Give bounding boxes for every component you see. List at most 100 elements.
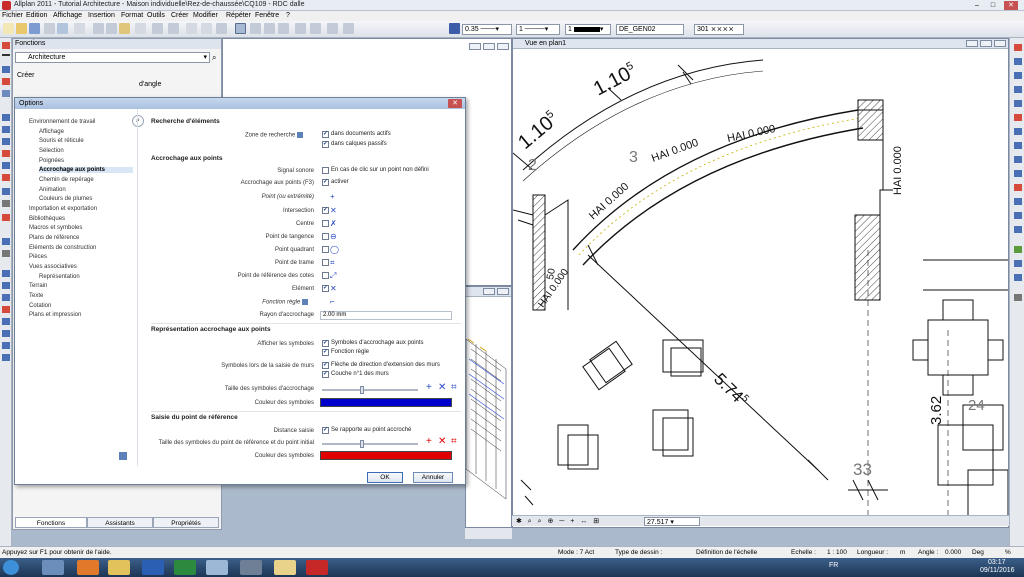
taskbar-pdf-icon[interactable] [306, 560, 328, 575]
viewport-3d[interactable] [465, 286, 512, 528]
status-deg[interactable]: Deg [972, 549, 984, 556]
sketch-tool-icon[interactable] [2, 306, 10, 313]
pen-thickness-select[interactable]: 0.35 ───▾ [462, 24, 512, 35]
roof-tool-icon[interactable] [2, 214, 10, 221]
redo-arrow-icon[interactable] [168, 23, 179, 34]
language-indicator[interactable]: FR [829, 562, 838, 569]
line-tool-icon[interactable] [2, 42, 10, 49]
element-checkbox[interactable] [322, 285, 329, 292]
zone-passifs-checkbox[interactable] [322, 141, 329, 148]
stretch-icon[interactable] [1014, 128, 1022, 135]
tree-item-pieces[interactable]: Pièces [29, 254, 47, 260]
pencil-icon[interactable] [1014, 44, 1022, 51]
join-icon[interactable] [1014, 226, 1022, 233]
rotate-icon[interactable] [1014, 86, 1022, 93]
tree-item-couleurs[interactable]: Couleurs de plumes [39, 196, 92, 202]
couleur-snap-swatch[interactable] [320, 398, 452, 407]
window-tool-icon[interactable] [2, 162, 10, 169]
offset-icon[interactable] [1014, 170, 1022, 177]
move-icon[interactable] [1014, 58, 1022, 65]
column-tool-icon[interactable] [2, 126, 10, 133]
split-window-icon[interactable] [250, 23, 261, 34]
taskbar-tool-icon[interactable] [206, 560, 228, 575]
menu-affichage[interactable]: Affichage [53, 12, 82, 19]
tree-item-animation[interactable]: Animation [39, 187, 66, 193]
select-icon[interactable] [135, 23, 146, 34]
grid-tool-icon[interactable] [2, 318, 10, 325]
taskbar-excel-icon[interactable] [174, 560, 196, 575]
split-icon[interactable] [1014, 212, 1022, 219]
tab-assistants[interactable]: Assistants [87, 517, 153, 528]
menu-fichier[interactable]: Fichier [2, 12, 23, 19]
hatch-select[interactable]: 301 ⨯⨯⨯⨯ [694, 24, 744, 35]
new-file-icon[interactable] [3, 23, 14, 34]
saisie-couche-checkbox[interactable] [322, 371, 329, 378]
plan-icon[interactable] [278, 23, 289, 34]
viewport-icon[interactable] [264, 23, 275, 34]
tree-item-poignees[interactable]: Poignées [39, 158, 64, 164]
print-preview-icon[interactable] [57, 23, 68, 34]
warning-icon[interactable] [1014, 246, 1022, 253]
menu-creer[interactable]: Créer [171, 12, 189, 19]
menu-fenetre[interactable]: Fenêtre [255, 12, 279, 19]
tree-item-macros[interactable]: Macros et symboles [29, 225, 82, 231]
taskbar-explorer-icon[interactable] [42, 560, 64, 575]
tree-item-texte[interactable]: Texte [29, 293, 43, 299]
tree-item-bibliotheques[interactable]: Bibliothèques [29, 216, 65, 222]
properties-icon[interactable] [1014, 260, 1022, 267]
menu-edition[interactable]: Edition [26, 12, 47, 19]
tree-item-representation[interactable]: Représentation [39, 274, 80, 280]
trame-checkbox[interactable] [322, 259, 329, 266]
paste-icon[interactable] [119, 23, 130, 34]
measure-tool-icon[interactable] [2, 282, 10, 289]
info-icon[interactable] [119, 452, 127, 460]
tree-item-plans-ref[interactable]: Plans de référence [29, 235, 79, 241]
window-layout-icon[interactable] [235, 23, 246, 34]
signal-checkbox[interactable] [322, 167, 329, 174]
zoom-icon[interactable] [216, 23, 227, 34]
chamfer-icon[interactable] [1014, 198, 1022, 205]
menu-insertion[interactable]: Insertion [88, 12, 115, 19]
viewport-plan[interactable]: Vue en plan1 1.105 1.105 2 3 HAI 0.000 H… [512, 38, 1009, 528]
clock-time[interactable]: 03:17 [988, 559, 1006, 566]
slab-tool-icon[interactable] [2, 174, 10, 181]
taskbar-firefox-icon[interactable] [77, 560, 99, 575]
undo-icon[interactable] [74, 23, 85, 34]
tangence-checkbox[interactable] [322, 233, 329, 240]
mirror-icon[interactable] [1014, 100, 1022, 107]
undo-arrow-icon[interactable] [152, 23, 163, 34]
stair-tool-icon[interactable] [2, 188, 10, 195]
symbol-tool-icon[interactable] [2, 342, 10, 349]
maximize-window-button[interactable]: □ [986, 1, 1000, 10]
line-type-select[interactable]: 1 ────▾ [516, 24, 560, 35]
centre-checkbox[interactable] [322, 220, 329, 227]
taille-slider[interactable] [322, 386, 418, 394]
tree-item-accrochage[interactable]: Accrochage aux points [39, 167, 133, 173]
menu-outils[interactable]: Outils [147, 12, 165, 19]
start-button-icon[interactable] [3, 560, 19, 575]
layer-select[interactable]: DE_GEN02 [616, 24, 684, 35]
copy-element-icon[interactable] [1014, 72, 1022, 79]
tree-item-affichage[interactable]: Affichage [39, 129, 64, 135]
taskbar-files-icon[interactable] [274, 560, 296, 575]
help-icon[interactable] [343, 23, 354, 34]
zone-actifs-checkbox[interactable] [322, 131, 329, 138]
tree-item-import[interactable]: Importation et exportation [29, 206, 97, 212]
text-tool-icon[interactable] [2, 54, 10, 56]
ok-button[interactable]: OK [367, 472, 403, 483]
pen-icon[interactable] [449, 23, 460, 34]
tab-proprietes[interactable]: Propriétés [153, 517, 219, 528]
trim-icon[interactable] [1014, 142, 1022, 149]
taskbar-app-icon[interactable] [240, 560, 262, 575]
tree-item-chemin[interactable]: Chemin de repérage [39, 177, 94, 183]
snap-f3-checkbox[interactable] [322, 179, 329, 186]
clock-date[interactable]: 09/11/2016 [980, 567, 1015, 574]
pick-icon[interactable] [186, 23, 197, 34]
layer-icon[interactable] [201, 23, 212, 34]
arc-tool-icon[interactable] [2, 90, 10, 97]
open-folder-icon[interactable] [16, 23, 27, 34]
zoom-value-input[interactable]: 27.517 ▾ [644, 517, 700, 526]
cut-icon[interactable] [93, 23, 104, 34]
room-tool-icon[interactable] [2, 200, 10, 207]
view-tool-icon[interactable] [2, 354, 10, 361]
